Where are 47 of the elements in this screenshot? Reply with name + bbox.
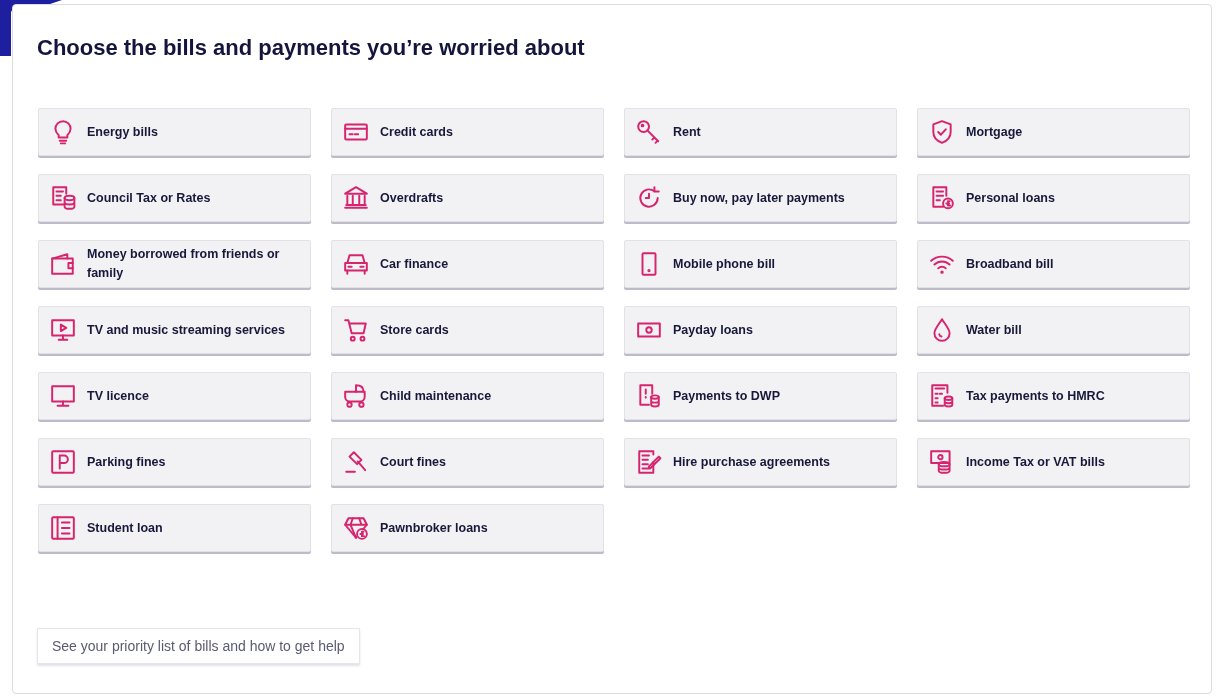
pram-icon	[343, 383, 369, 409]
cart-icon	[343, 317, 369, 343]
bill-option[interactable]: Water bill	[917, 306, 1190, 354]
bill-option[interactable]: TV and music streaming services	[38, 306, 311, 354]
document-pound-icon	[929, 185, 955, 211]
bill-option[interactable]: Child maintenance	[331, 372, 604, 420]
book-icon	[50, 515, 76, 541]
monitor-play-icon	[50, 317, 76, 343]
bill-option[interactable]: Buy now, pay later payments	[624, 174, 897, 222]
page-heading: Choose the bills and payments you’re worried about	[37, 34, 586, 62]
bill-option[interactable]: Broadband bill	[917, 240, 1190, 288]
bill-option[interactable]: Payments to DWP	[624, 372, 897, 420]
car-icon	[343, 251, 369, 277]
bill-option[interactable]: Car finance	[331, 240, 604, 288]
bill-option[interactable]: Hire purchase agreements	[624, 438, 897, 486]
bill-option[interactable]: Personal loans	[917, 174, 1190, 222]
bill-option[interactable]: Credit cards	[331, 108, 604, 156]
bill-option[interactable]: Council Tax or Rates	[38, 174, 311, 222]
monitor-icon	[50, 383, 76, 409]
bill-option[interactable]: Parking fines	[38, 438, 311, 486]
bill-option[interactable]: TV licence	[38, 372, 311, 420]
parking-icon	[50, 449, 76, 475]
calculator-coins-icon	[929, 383, 955, 409]
document-coins-icon	[50, 185, 76, 211]
bill-option[interactable]: Court fines	[331, 438, 604, 486]
bill-option[interactable]: Tax payments to HMRC	[917, 372, 1190, 420]
bill-option[interactable]: Store cards	[331, 306, 604, 354]
gem-pound-icon	[343, 515, 369, 541]
bill-option[interactable]: Overdrafts	[331, 174, 604, 222]
bill-option[interactable]: Energy bills	[38, 108, 311, 156]
help-link-button[interactable]: See your priority list of bills and how to get help	[37, 628, 360, 665]
bill-option[interactable]: Rent	[624, 108, 897, 156]
clock-refresh-icon	[636, 185, 662, 211]
bill-option[interactable]: Money borrowed from friends or family	[38, 240, 311, 288]
bill-option[interactable]: Pawnbroker loans	[331, 504, 604, 552]
wallet-icon	[50, 251, 76, 277]
bill-option[interactable]: Mobile phone bill	[624, 240, 897, 288]
document-coins-icon	[636, 383, 662, 409]
bill-option[interactable]: Income Tax or VAT bills	[917, 438, 1190, 486]
bill-option[interactable]: Payday loans	[624, 306, 897, 354]
document-pen-icon	[636, 449, 662, 475]
gavel-icon	[343, 449, 369, 475]
bill-option[interactable]: Student loan	[38, 504, 311, 552]
bill-option[interactable]: Mortgage	[917, 108, 1190, 156]
shield-icon	[929, 119, 955, 145]
key-icon	[636, 119, 662, 145]
bank-icon	[343, 185, 369, 211]
